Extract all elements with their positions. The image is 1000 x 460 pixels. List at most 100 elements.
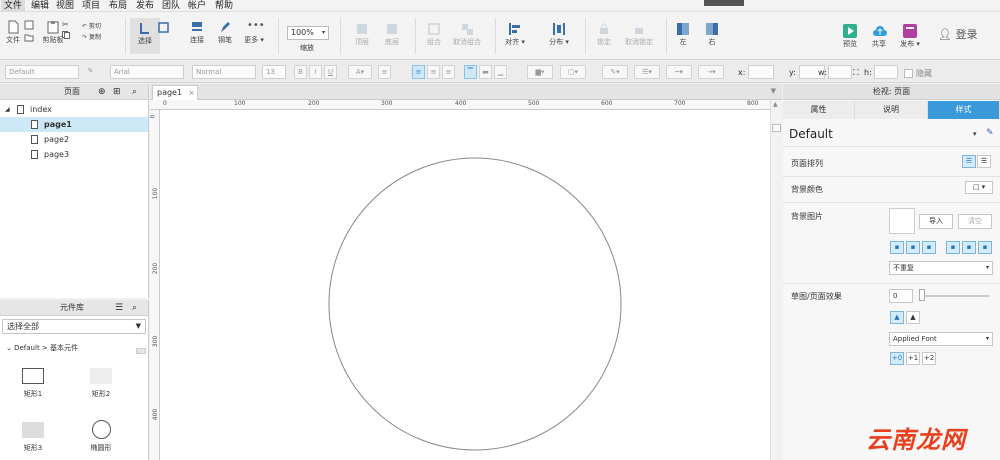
- menu-account[interactable]: 帐户: [185, 0, 209, 12]
- align-button[interactable]: 对齐 ▾: [502, 22, 528, 47]
- menu-help[interactable]: 帮助: [212, 0, 236, 12]
- h-input[interactable]: [874, 65, 898, 79]
- sketch-slider-thumb[interactable]: [919, 289, 925, 301]
- sketch-slider-track[interactable]: [919, 295, 989, 297]
- save-icon[interactable]: [24, 20, 34, 30]
- font-size-select[interactable]: 13: [262, 65, 286, 79]
- font-family-select[interactable]: Arial: [110, 65, 184, 79]
- edit-style-icon[interactable]: ✎: [986, 128, 994, 138]
- ellipse-widget[interactable]: [328, 157, 622, 451]
- import-button[interactable]: 导入: [919, 214, 953, 229]
- left-panel-toggle[interactable]: 左: [673, 22, 693, 47]
- bg-valign-top-button[interactable]: ▪: [946, 241, 960, 254]
- page-item-page3[interactable]: page3: [0, 147, 148, 162]
- collapse-icon[interactable]: ◢: [5, 102, 10, 117]
- menu-file[interactable]: 文件: [1, 0, 26, 12]
- copy-icon[interactable]: [62, 31, 70, 39]
- library-scroll-handle[interactable]: [136, 348, 146, 354]
- menu-layout[interactable]: 布局: [106, 0, 130, 12]
- right-panel-toggle[interactable]: 右: [702, 22, 722, 47]
- ungroup-button[interactable]: 取消组合: [450, 22, 484, 47]
- more-tools-button[interactable]: ••• 更多 ▾: [240, 20, 268, 45]
- bg-align-left-button[interactable]: ▪: [890, 241, 904, 254]
- unlock-button[interactable]: 取消锁定: [622, 22, 656, 47]
- library-select[interactable]: 选择全部 ▼: [2, 319, 146, 334]
- line-width-button[interactable]: ☰▾: [634, 65, 660, 79]
- font-weight-select[interactable]: Normal: [192, 65, 256, 79]
- page-item-page1[interactable]: page1: [0, 117, 148, 132]
- fill-color-button[interactable]: ▆▾: [527, 65, 553, 79]
- bg-align-center-button[interactable]: ▪: [906, 241, 920, 254]
- bg-align-right-button[interactable]: ▪: [922, 241, 936, 254]
- align-right-text-button[interactable]: ≡: [442, 65, 455, 79]
- style-edit-icon[interactable]: ✎: [84, 65, 97, 79]
- valign-bottom-button[interactable]: ▁: [494, 65, 507, 79]
- bring-to-top-button[interactable]: 顶层: [350, 22, 374, 47]
- repeat-select[interactable]: 不重复 ▾: [889, 261, 993, 275]
- design-canvas[interactable]: [161, 111, 770, 460]
- group-button[interactable]: 组合: [422, 22, 446, 47]
- cut-button[interactable]: ↶ 剪切: [82, 21, 101, 30]
- tab-page1[interactable]: page1 ×: [152, 85, 198, 100]
- scroll-thumb[interactable]: [772, 124, 781, 132]
- login-button[interactable]: 👤︎ 登录: [938, 26, 977, 42]
- preview-button[interactable]: 预览: [838, 24, 862, 49]
- connect-tool-button[interactable]: 连接: [184, 20, 210, 45]
- menu-team[interactable]: 团队: [159, 0, 183, 12]
- line-style-button[interactable]: ┅▾: [666, 65, 692, 79]
- hide-checkbox[interactable]: [904, 69, 913, 78]
- widget-rectangle-3[interactable]: 矩形3: [14, 422, 52, 453]
- bullet-button[interactable]: ≡: [378, 65, 391, 79]
- align-page-center-button[interactable]: ☰: [977, 155, 991, 168]
- clear-button[interactable]: 清空: [958, 214, 992, 229]
- sketch-value-input[interactable]: 0: [889, 289, 913, 303]
- widget-rectangle-2[interactable]: 矩形2: [82, 368, 120, 399]
- tab-notes[interactable]: 说明: [855, 101, 928, 119]
- menu-edit[interactable]: 编辑: [28, 0, 52, 12]
- bold-button[interactable]: B: [294, 65, 307, 79]
- menu-project[interactable]: 项目: [79, 0, 103, 12]
- send-to-bottom-button[interactable]: 底层: [380, 22, 404, 47]
- menu-publish[interactable]: 发布: [133, 0, 157, 12]
- file-button[interactable]: 文件: [4, 20, 22, 45]
- widget-rectangle-1[interactable]: 矩形1: [14, 368, 52, 399]
- valign-top-button[interactable]: ▔: [464, 65, 477, 79]
- add-folder-icon[interactable]: ⊞: [113, 84, 121, 100]
- copy-button[interactable]: ↷ 复制: [82, 32, 101, 41]
- publish-button[interactable]: 发布 ▾: [896, 24, 924, 49]
- search-icon[interactable]: ⌕: [132, 300, 137, 316]
- align-left-text-button[interactable]: ≡: [412, 65, 425, 79]
- style-dropdown-icon[interactable]: ▾: [973, 130, 977, 138]
- tab-dropdown-icon[interactable]: ▼: [771, 87, 776, 95]
- arrow-style-button[interactable]: ⇢▾: [698, 65, 724, 79]
- cut-icon[interactable]: ✂: [62, 20, 70, 29]
- style-select[interactable]: Default: [5, 65, 79, 79]
- align-page-left-button[interactable]: ☰: [962, 155, 976, 168]
- canvas-vertical-scrollbar[interactable]: ▲: [770, 100, 782, 460]
- distribute-button[interactable]: 分布 ▾: [546, 22, 572, 47]
- font-color-button[interactable]: A▾: [348, 65, 372, 79]
- crop-icon[interactable]: [156, 21, 172, 35]
- close-icon[interactable]: ×: [189, 89, 195, 97]
- search-icon[interactable]: ⌕: [132, 84, 137, 100]
- align-center-text-button[interactable]: ≡: [427, 65, 440, 79]
- italic-button[interactable]: I: [309, 65, 322, 79]
- open-folder-icon[interactable]: [24, 32, 34, 42]
- font-size-plus0-button[interactable]: +0: [890, 352, 904, 365]
- bg-color-picker[interactable]: □ ▾: [965, 181, 993, 194]
- scroll-up-icon[interactable]: ▲: [773, 101, 778, 108]
- lock-ratio-icon[interactable]: ⛶: [853, 68, 859, 78]
- tab-properties[interactable]: 属性: [783, 101, 855, 119]
- bg-valign-middle-button[interactable]: ▪: [962, 241, 976, 254]
- font-size-plus1-button[interactable]: +1: [906, 352, 920, 365]
- menu-view[interactable]: 视图: [53, 0, 77, 12]
- x-input[interactable]: [748, 65, 774, 79]
- font-size-plus2-button[interactable]: +2: [922, 352, 936, 365]
- grayscale-image-button[interactable]: ▲: [906, 311, 920, 324]
- library-group-header[interactable]: ⌄ Default > 基本元件: [6, 343, 78, 353]
- line-color-button[interactable]: ✎▾: [602, 65, 628, 79]
- color-image-button[interactable]: ▲: [890, 311, 904, 324]
- zoom-select[interactable]: 100% ▾: [287, 26, 329, 40]
- shadow-button[interactable]: ▢▾: [560, 65, 586, 79]
- underline-button[interactable]: U: [324, 65, 337, 79]
